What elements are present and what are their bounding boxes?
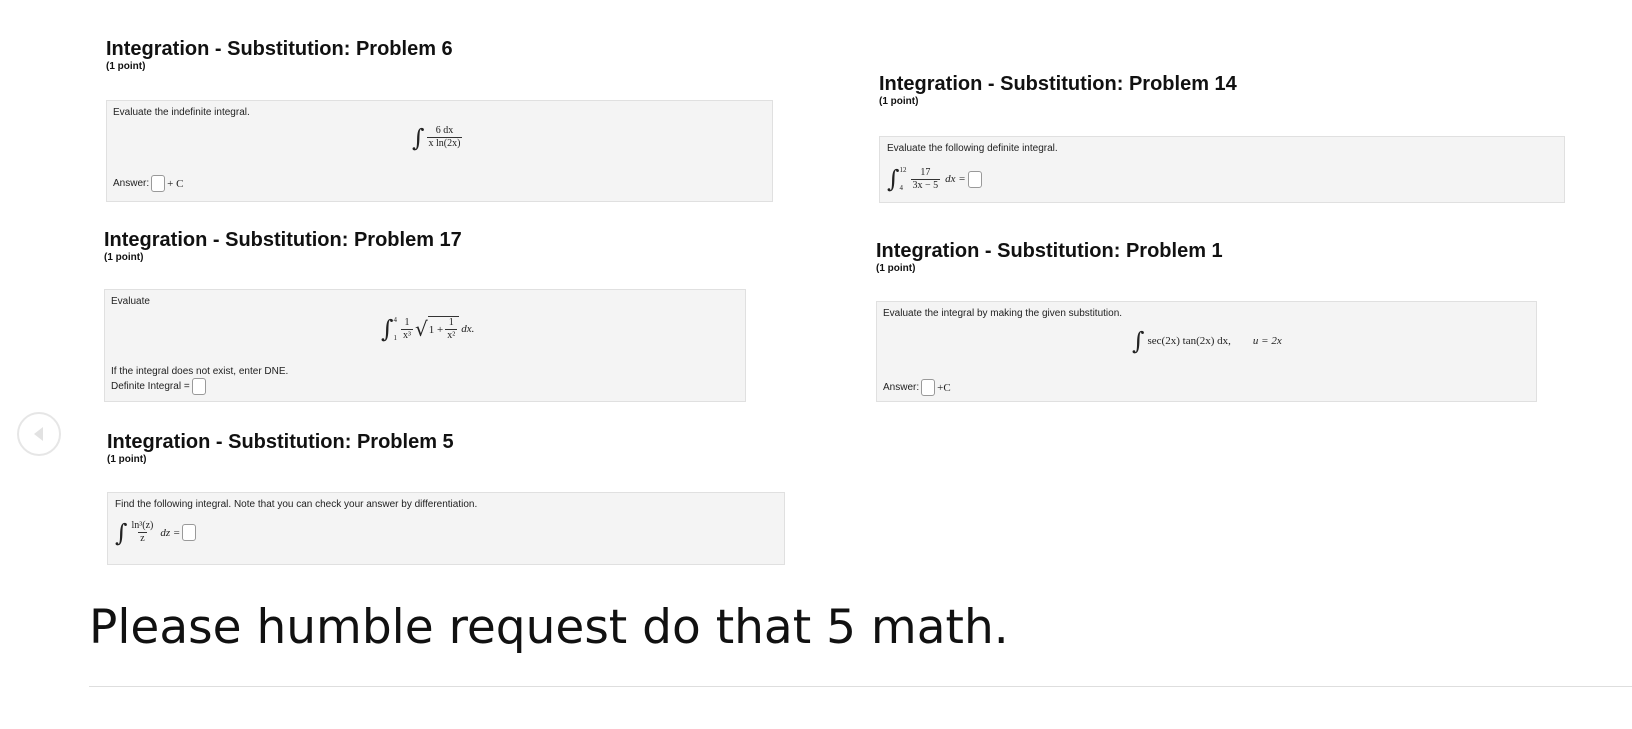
- problem-5-card: Integration - Substitution: Problem 5 (1…: [0, 0, 800, 570]
- integral-body: sec(2x) tan(2x) dx,: [1147, 335, 1231, 347]
- answer-row: Answer: +C: [883, 379, 951, 396]
- problem-instruction: Evaluate the integral by making the give…: [883, 308, 1123, 319]
- answer-input[interactable]: [921, 379, 936, 396]
- answer-input[interactable]: [182, 524, 197, 541]
- integral-expression: ∫ sec(2x) tan(2x) dx, u = 2x: [1132, 329, 1282, 353]
- divider: [89, 686, 1632, 687]
- integral-numerator: ln³(z): [131, 520, 154, 531]
- problem-body: Evaluate the integral by making the give…: [876, 301, 1537, 402]
- integral-expression: ∫ ln³(z) z dz =: [115, 518, 197, 547]
- problem-body: Find the following integral. Note that y…: [107, 492, 785, 565]
- answer-label: Answer:: [883, 382, 920, 393]
- integral-sign: ∫: [115, 518, 128, 547]
- integral-sign: ∫: [1132, 327, 1145, 355]
- integral-denominator: z: [138, 532, 147, 544]
- request-caption: Please humble request do that 5 math.: [89, 600, 1009, 655]
- problem-points: (1 point): [876, 263, 916, 274]
- problem-instruction: Find the following integral. Note that y…: [115, 499, 478, 510]
- problem-points: (1 point): [107, 454, 147, 465]
- constant-suffix: +C: [937, 381, 951, 394]
- problem-title: Integration - Substitution: Problem 5: [107, 431, 454, 453]
- substitution-expression: u = 2x: [1252, 335, 1282, 347]
- problem-title: Integration - Substitution: Problem 1: [876, 240, 1223, 262]
- integral-tail: dz =: [160, 526, 181, 539]
